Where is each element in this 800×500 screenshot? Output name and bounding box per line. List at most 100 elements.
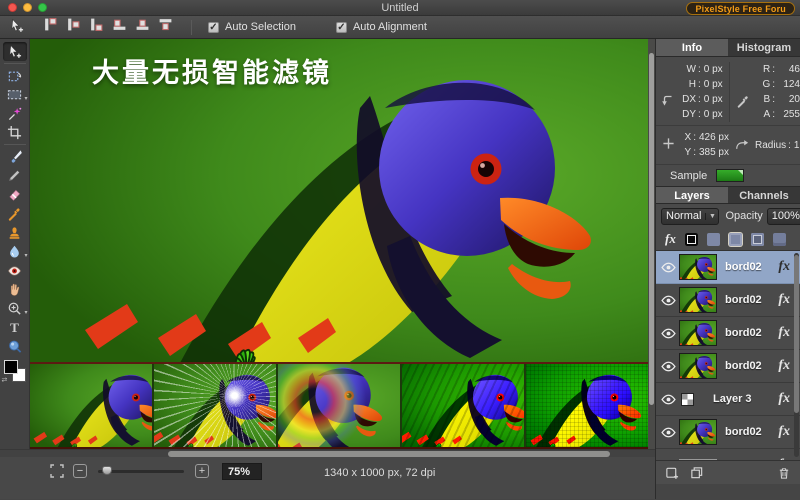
layer-row-bord02[interactable]: bord02 fx bbox=[656, 416, 800, 449]
move-tool[interactable] bbox=[2, 42, 27, 61]
zoom-window-button[interactable] bbox=[38, 3, 47, 12]
layer-thumbnail bbox=[679, 287, 717, 313]
status-bar: − + 75% 1340 x 1000 px, 72 dpi bbox=[0, 457, 655, 499]
tab-layers[interactable]: Layers bbox=[656, 187, 728, 203]
info-row-x: X:426 px bbox=[684, 132, 729, 143]
layer-row-bord02[interactable]: bord02 fx bbox=[656, 317, 800, 350]
brush-tool[interactable] bbox=[3, 147, 27, 166]
blend-mode-select[interactable]: Normal ▼ bbox=[661, 207, 720, 225]
clone-stamp-tool[interactable] bbox=[3, 223, 27, 242]
fit-screen-icon[interactable] bbox=[50, 464, 64, 478]
tab-histogram[interactable]: Histogram bbox=[728, 39, 800, 56]
tab-channels[interactable]: Channels bbox=[728, 187, 800, 203]
visibility-eye-icon[interactable] bbox=[661, 425, 676, 440]
move-cursor-icon[interactable] bbox=[9, 18, 29, 36]
layer-fx-badge[interactable]: fx bbox=[778, 358, 790, 374]
layer-style-outlined-icon[interactable] bbox=[728, 232, 742, 246]
document-canvas[interactable]: 大量无损智能滤镜 bbox=[30, 39, 648, 449]
layer-row-bord02[interactable]: bord02 fx bbox=[656, 251, 800, 284]
align-top-edges-icon[interactable] bbox=[112, 17, 127, 37]
align-left-edges-icon[interactable] bbox=[43, 17, 58, 37]
opacity-select[interactable]: 100%▼ bbox=[766, 207, 800, 225]
crop-tool[interactable] bbox=[3, 123, 27, 142]
layer-fx-badge[interactable]: fx bbox=[778, 259, 790, 275]
visibility-eye-icon[interactable] bbox=[661, 326, 676, 341]
layer-style-black-icon[interactable] bbox=[684, 232, 698, 246]
zoom-in-icon[interactable]: + bbox=[195, 464, 209, 478]
zoom-tool[interactable]: ▾ bbox=[3, 299, 28, 318]
layer-row-bord02[interactable]: bord02 fx bbox=[656, 350, 800, 383]
new-layer-icon[interactable] bbox=[665, 466, 679, 480]
layer-row[interactable]: fx bbox=[656, 449, 800, 460]
magic-wand-tool[interactable] bbox=[3, 104, 27, 123]
transform-tool[interactable] bbox=[3, 66, 27, 85]
canvas-horizontal-scrollbar[interactable] bbox=[0, 449, 655, 457]
layer-fx-badge[interactable]: fx bbox=[778, 325, 790, 341]
filter-thumbnail-zoom-rays[interactable] bbox=[154, 364, 276, 447]
right-panel: Info Histogram W:0 px H:0 px DX:0 px DY:0 px… bbox=[655, 39, 800, 499]
marquee-tool[interactable]: ▾ bbox=[3, 85, 28, 104]
foreground-color-well[interactable] bbox=[3, 360, 18, 374]
red-eye-tool[interactable] bbox=[3, 261, 27, 280]
filter-thumbnail-original[interactable] bbox=[30, 364, 152, 447]
tool-divider bbox=[3, 144, 26, 145]
layer-style-plain-icon[interactable] bbox=[706, 232, 720, 246]
duplicate-layer-icon[interactable] bbox=[690, 466, 704, 480]
visibility-eye-icon[interactable] bbox=[661, 260, 676, 275]
layer-fx-badge[interactable]: fx bbox=[778, 292, 790, 308]
layer-style-inset-icon[interactable] bbox=[750, 232, 764, 246]
visibility-eye-icon[interactable] bbox=[661, 359, 676, 374]
layer-fx-badge[interactable]: fx bbox=[778, 424, 790, 440]
position-section: X:426 px Y:385 px Radius : 1 bbox=[656, 125, 800, 164]
eraser-tool[interactable] bbox=[3, 185, 27, 204]
pencil-tool[interactable] bbox=[3, 166, 27, 185]
visibility-eye-icon[interactable] bbox=[661, 458, 676, 461]
filter-thumbnail-rainbow-glow[interactable] bbox=[278, 364, 400, 447]
align-center-horizontal-icon[interactable] bbox=[66, 17, 81, 37]
checkbox-icon[interactable]: ✓ bbox=[335, 21, 347, 33]
trial-badge[interactable]: PixelStyle Free Foru bbox=[686, 2, 795, 15]
minimize-button[interactable] bbox=[23, 3, 32, 12]
filter-thumbnail-extrude[interactable] bbox=[402, 364, 524, 447]
visibility-eye-icon[interactable] bbox=[661, 392, 676, 407]
search-tool[interactable] bbox=[3, 337, 27, 356]
delete-layer-icon[interactable] bbox=[777, 466, 791, 480]
layer-name: Layer 3 bbox=[713, 393, 752, 405]
layer-fx-badge[interactable]: fx bbox=[778, 457, 790, 460]
radius-label: Radius bbox=[755, 139, 787, 151]
zoom-slider-knob[interactable] bbox=[102, 465, 112, 475]
text-tool[interactable]: T bbox=[3, 318, 27, 337]
hand-tool[interactable] bbox=[3, 280, 27, 299]
swap-colors-icon[interactable]: ⇄ bbox=[2, 376, 8, 384]
tab-info[interactable]: Info bbox=[656, 39, 728, 56]
eyedropper-tool[interactable] bbox=[3, 204, 27, 223]
canvas-vertical-scrollbar[interactable] bbox=[648, 39, 655, 449]
close-button[interactable] bbox=[8, 3, 17, 12]
checkbox-auto-alignment[interactable]: ✓ Auto Alignment bbox=[335, 21, 427, 33]
options-toolbar: ✓ Auto Selection ✓ Auto Alignment bbox=[0, 16, 800, 39]
filter-thumbnail-pixelate[interactable] bbox=[526, 364, 648, 447]
layer-name: bord02 bbox=[725, 294, 762, 306]
checkbox-auto-selection[interactable]: ✓ Auto Selection bbox=[208, 21, 296, 33]
sample-color-swatch[interactable] bbox=[716, 169, 745, 182]
panel-filler bbox=[656, 484, 800, 499]
canvas-overlay-text: 大量无损智能滤镜 bbox=[92, 58, 332, 88]
zoom-out-icon[interactable]: − bbox=[73, 464, 87, 478]
layer-style-flat-icon[interactable] bbox=[772, 232, 786, 246]
layer-fx-badge[interactable]: fx bbox=[778, 391, 790, 407]
layers-list: bord02 fx bord02 fx bord02 fx bord02 fx Layer 3 f… bbox=[656, 250, 800, 460]
layer-row-bord02[interactable]: bord02 fx bbox=[656, 284, 800, 317]
blur-tool[interactable]: ▾ bbox=[3, 242, 28, 261]
filter-preview-strip bbox=[30, 362, 648, 449]
visibility-eye-icon[interactable] bbox=[661, 293, 676, 308]
opacity-label: Opacity bbox=[725, 210, 763, 222]
align-center-vertical-icon[interactable] bbox=[135, 17, 150, 37]
layer-row-layer-3[interactable]: Layer 3 fx bbox=[656, 383, 800, 416]
checkbox-icon[interactable]: ✓ bbox=[208, 21, 219, 33]
layers-scrollbar[interactable] bbox=[794, 253, 799, 457]
zoom-slider[interactable] bbox=[98, 465, 184, 475]
align-right-edges-icon[interactable] bbox=[89, 17, 104, 37]
info-section: W:0 px H:0 px DX:0 px DY:0 px R:46 G:124 B:20… bbox=[656, 57, 800, 125]
zoom-level-value[interactable]: 75% bbox=[222, 462, 262, 480]
align-bottom-edges-icon[interactable] bbox=[158, 17, 173, 37]
